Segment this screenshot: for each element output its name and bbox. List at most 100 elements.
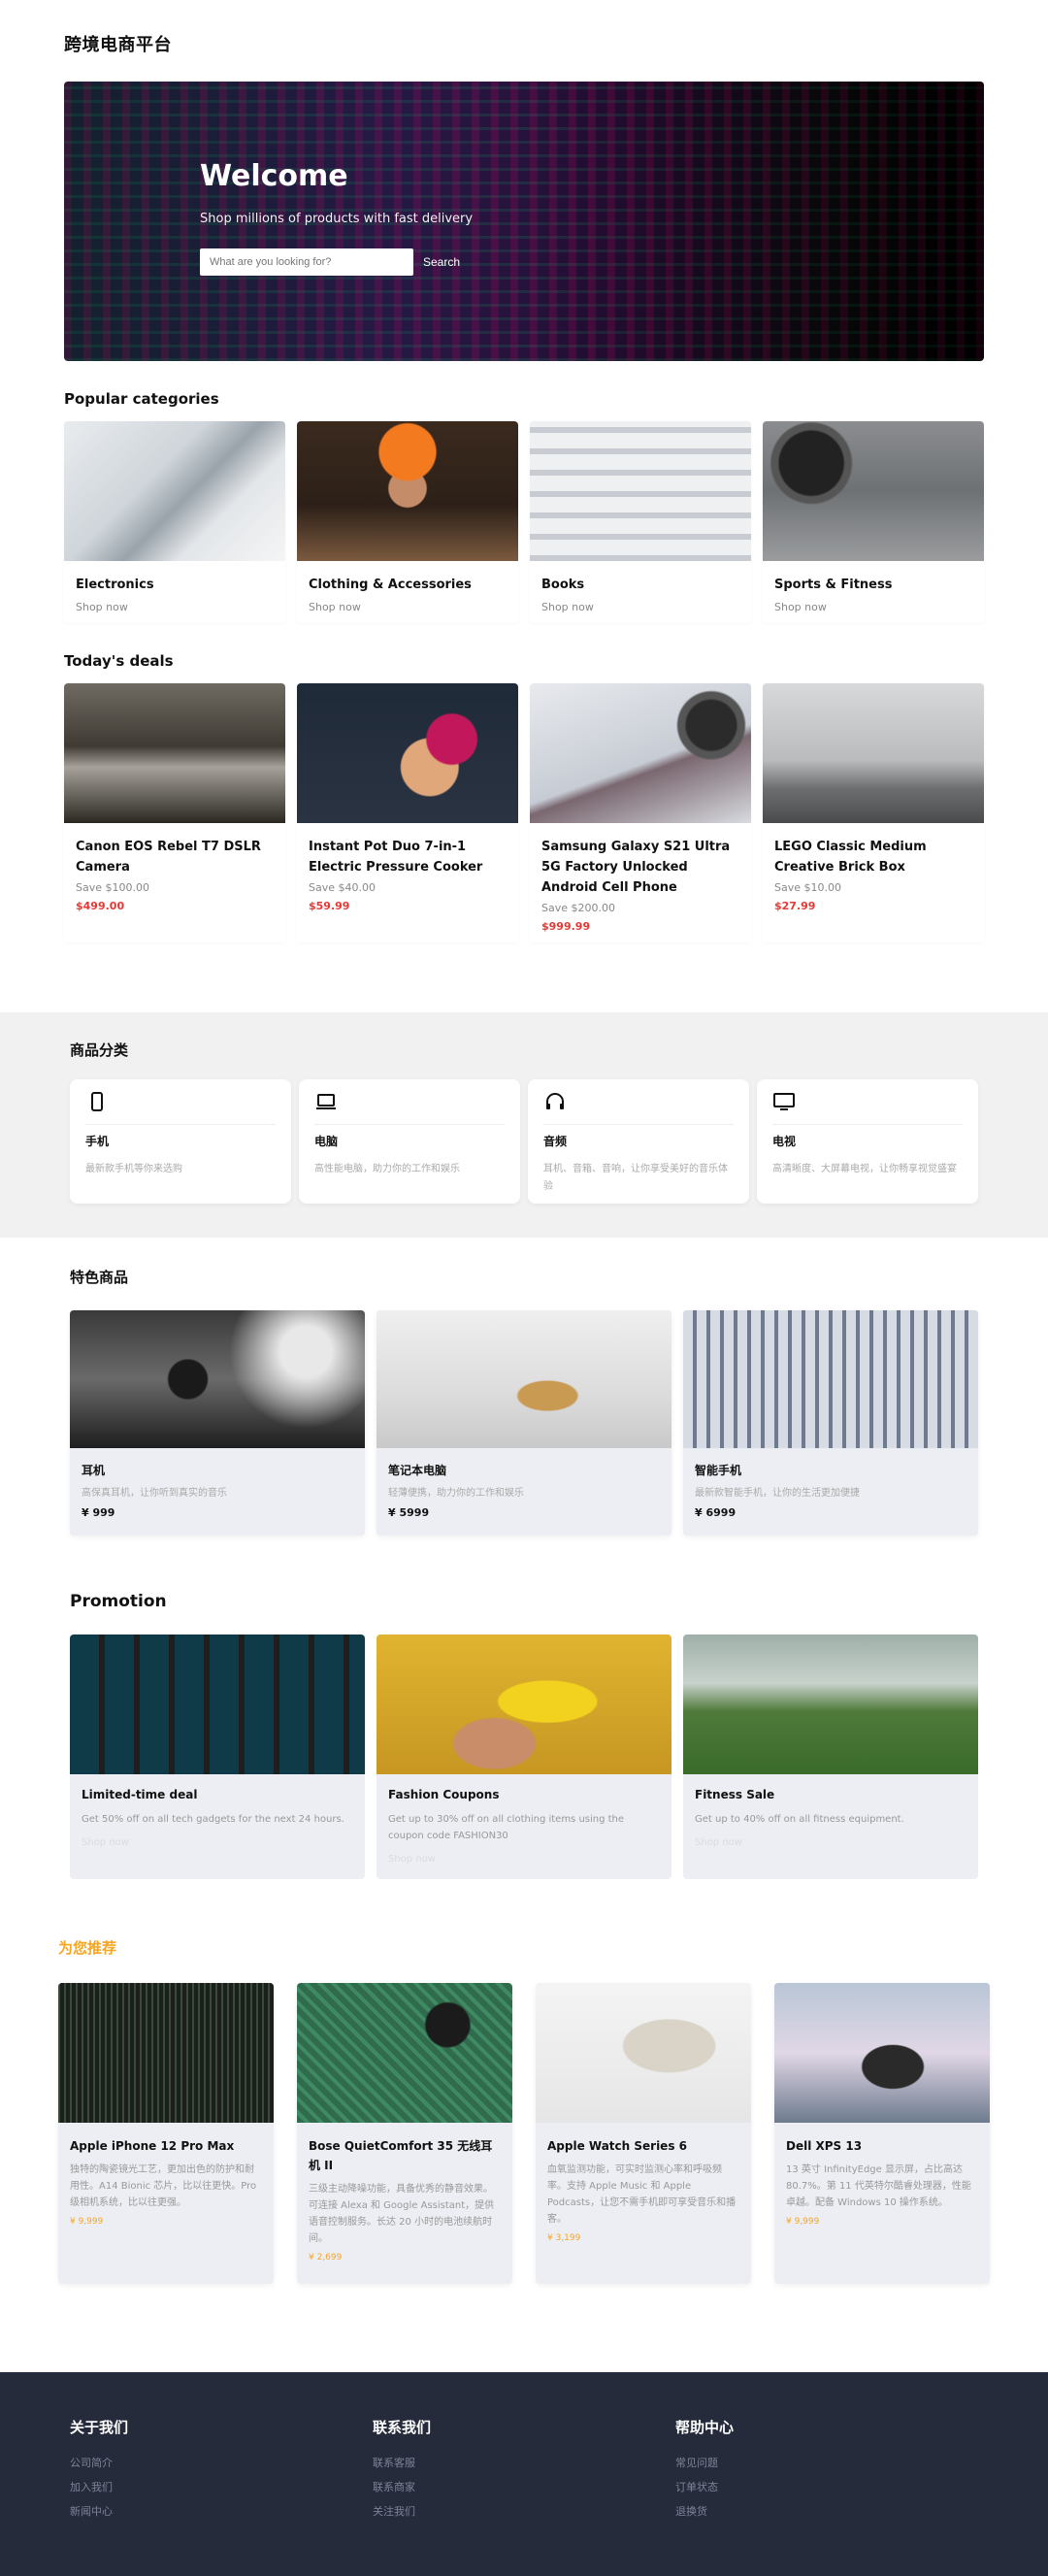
hero-subtitle: Shop millions of products with fast deli…: [200, 212, 474, 226]
recommended-card[interactable]: Bose QuietComfort 35 无线耳机 II 三级主动降噪功能，具备…: [297, 1983, 512, 2284]
featured-name: 笔记本电脑: [388, 1464, 447, 1477]
category-name: 电视: [772, 1135, 797, 1148]
category-card-clothing[interactable]: Clothing & Accessories Shop now: [297, 421, 518, 623]
recommended-image: [774, 1983, 990, 2123]
footer-link[interactable]: 订单状态: [675, 2479, 978, 2494]
footer-link[interactable]: 新闻中心: [70, 2503, 373, 2519]
category-tile-computer[interactable]: 电脑 高性能电脑，助力你的工作和娱乐: [299, 1079, 520, 1204]
deal-card[interactable]: Instant Pot Duo 7-in-1 Electric Pressure…: [297, 683, 518, 942]
section-title: Popular categories: [64, 390, 219, 408]
featured-card[interactable]: 笔记本电脑 轻薄便携，助力你的工作和娱乐 ¥ 5999: [377, 1310, 671, 1536]
recommended-price: ¥ 9,999: [786, 2217, 820, 2227]
footer-column-help: 帮助中心 常见问题 订单状态 退换货: [675, 2417, 978, 2527]
footer-heading: 关于我们: [70, 2419, 129, 2436]
recommended-image: [297, 1983, 512, 2123]
search-button[interactable]: Search: [423, 248, 460, 276]
recommended-desc: 独特的陶瓷镜光工艺，更加出色的防护和耐用性。A14 Bionic 芯片，比以往更…: [70, 2164, 257, 2208]
featured-name: 智能手机: [695, 1464, 742, 1477]
featured-price: ¥ 5999: [388, 1506, 430, 1519]
promo-link[interactable]: Shop now: [82, 1837, 353, 1848]
recommended-card[interactable]: Dell XPS 13 13 英寸 InfinityEdge 显示屏，占比高达 …: [774, 1983, 990, 2284]
recommended-desc: 血氧监测功能，可实时监测心率和呼吸频率。支持 Apple Music 和 App…: [547, 2164, 737, 2225]
featured-price: ¥ 6999: [695, 1506, 737, 1519]
promo-name: Fitness Sale: [695, 1788, 775, 1801]
category-desc: 耳机、音箱、音响，让你享受美好的音乐体验: [543, 1164, 728, 1192]
promo-desc: Get up to 30% off on all clothing items …: [388, 1814, 625, 1841]
recommended-card[interactable]: Apple iPhone 12 Pro Max 独特的陶瓷镜光工艺，更加出色的防…: [58, 1983, 274, 2284]
headphones-icon: [546, 1093, 564, 1109]
deal-card[interactable]: Canon EOS Rebel T7 DSLR Camera Save $100…: [64, 683, 285, 942]
deal-price: $27.99: [774, 900, 816, 912]
popular-categories-section: Popular categories Electronics Shop now …: [0, 361, 1048, 623]
deal-name: LEGO Classic Medium Creative Brick Box: [774, 840, 927, 875]
footer-column-about: 关于我们 公司简介 加入我们 新闻中心: [70, 2417, 373, 2527]
footer-link[interactable]: 加入我们: [70, 2479, 373, 2494]
category-image: [297, 421, 518, 561]
shop-now-link[interactable]: Shop now: [76, 601, 274, 613]
featured-image: [377, 1310, 671, 1448]
search-input[interactable]: [200, 248, 413, 276]
footer-heading: 帮助中心: [675, 2419, 735, 2436]
deal-price: $999.99: [541, 920, 591, 933]
recommended-image: [58, 1983, 274, 2123]
category-name: 电脑: [314, 1135, 339, 1148]
category-name: Books: [541, 578, 585, 592]
category-desc: 最新款手机等你来选购: [85, 1164, 182, 1174]
recommended-card[interactable]: Apple Watch Series 6 血氧监测功能，可实时监测心率和呼吸频率…: [536, 1983, 751, 2284]
promo-link[interactable]: Shop now: [695, 1837, 966, 1848]
tv-icon: [773, 1093, 795, 1110]
featured-image: [683, 1310, 978, 1448]
category-name: Clothing & Accessories: [309, 578, 472, 592]
deal-name: Instant Pot Duo 7-in-1 Electric Pressure…: [309, 840, 483, 875]
featured-desc: 最新款智能手机，让你的生活更加便捷: [695, 1488, 860, 1499]
category-name: Electronics: [76, 578, 154, 592]
site-header: 跨境电商平台: [0, 0, 1048, 78]
recommended-price: ¥ 3,199: [547, 2233, 581, 2243]
deal-card[interactable]: Samsung Galaxy S21 Ultra 5G Factory Unlo…: [530, 683, 751, 942]
phone-icon: [91, 1092, 103, 1111]
deal-savings: Save $100.00: [76, 881, 149, 894]
deal-card[interactable]: LEGO Classic Medium Creative Brick Box S…: [763, 683, 984, 942]
promo-card[interactable]: Limited-time deal Get 50% off on all tec…: [70, 1635, 365, 1879]
footer-link[interactable]: 联系商家: [373, 2479, 675, 2494]
footer-link[interactable]: 退换货: [675, 2503, 978, 2519]
category-desc: 高性能电脑，助力你的工作和娱乐: [314, 1164, 460, 1174]
deal-image: [530, 683, 751, 823]
shop-now-link[interactable]: Shop now: [541, 601, 739, 613]
recommended-name: Bose QuietComfort 35 无线耳机 II: [309, 2139, 493, 2172]
category-tile-audio[interactable]: 音频 耳机、音箱、音响，让你享受美好的音乐体验: [528, 1079, 749, 1204]
featured-products-section: 特色商品 耳机 高保真耳机，让你听到真实的音乐 ¥ 999 笔记本电脑 轻薄便携…: [0, 1238, 1048, 1536]
promo-card[interactable]: Fashion Coupons Get up to 30% off on all…: [377, 1635, 671, 1879]
deal-savings: Save $40.00: [309, 881, 376, 894]
category-desc: 高清晰度、大屏幕电视，让你畅享视觉盛宴: [772, 1164, 957, 1174]
footer-heading: 联系我们: [373, 2419, 432, 2436]
category-tile-phone[interactable]: 手机 最新款手机等你来选购: [70, 1079, 291, 1204]
promo-desc: Get up to 40% off on all fitness equipme…: [695, 1814, 904, 1825]
category-card-books[interactable]: Books Shop now: [530, 421, 751, 623]
category-name: Sports & Fitness: [774, 578, 893, 592]
footer-link[interactable]: 公司简介: [70, 2455, 373, 2470]
category-card-sports[interactable]: Sports & Fitness Shop now: [763, 421, 984, 623]
featured-desc: 轻薄便携，助力你的工作和娱乐: [388, 1488, 524, 1499]
category-card-electronics[interactable]: Electronics Shop now: [64, 421, 285, 623]
footer-link[interactable]: 关注我们: [373, 2503, 675, 2519]
shop-now-link[interactable]: Shop now: [309, 601, 507, 613]
category-tile-tv[interactable]: 电视 高清晰度、大屏幕电视，让你畅享视觉盛宴: [757, 1079, 978, 1204]
deal-name: Canon EOS Rebel T7 DSLR Camera: [76, 840, 261, 875]
recommended-image: [536, 1983, 751, 2123]
site-title: 跨境电商平台: [64, 35, 172, 55]
footer-column-contact: 联系我们 联系客服 联系商家 关注我们: [373, 2417, 675, 2527]
category-name: 音频: [543, 1135, 568, 1148]
deal-image: [297, 683, 518, 823]
section-title: Promotion: [70, 1592, 167, 1611]
footer-link[interactable]: 联系客服: [373, 2455, 675, 2470]
featured-card[interactable]: 智能手机 最新款智能手机，让你的生活更加便捷 ¥ 6999: [683, 1310, 978, 1536]
shop-now-link[interactable]: Shop now: [774, 601, 972, 613]
promo-desc: Get 50% off on all tech gadgets for the …: [82, 1814, 344, 1825]
deal-image: [64, 683, 285, 823]
promo-link[interactable]: Shop now: [388, 1854, 660, 1865]
promo-card[interactable]: Fitness Sale Get up to 40% off on all fi…: [683, 1635, 978, 1879]
recommended-price: ¥ 2,699: [309, 2253, 343, 2262]
featured-card[interactable]: 耳机 高保真耳机，让你听到真实的音乐 ¥ 999: [70, 1310, 365, 1536]
footer-link[interactable]: 常见问题: [675, 2455, 978, 2470]
